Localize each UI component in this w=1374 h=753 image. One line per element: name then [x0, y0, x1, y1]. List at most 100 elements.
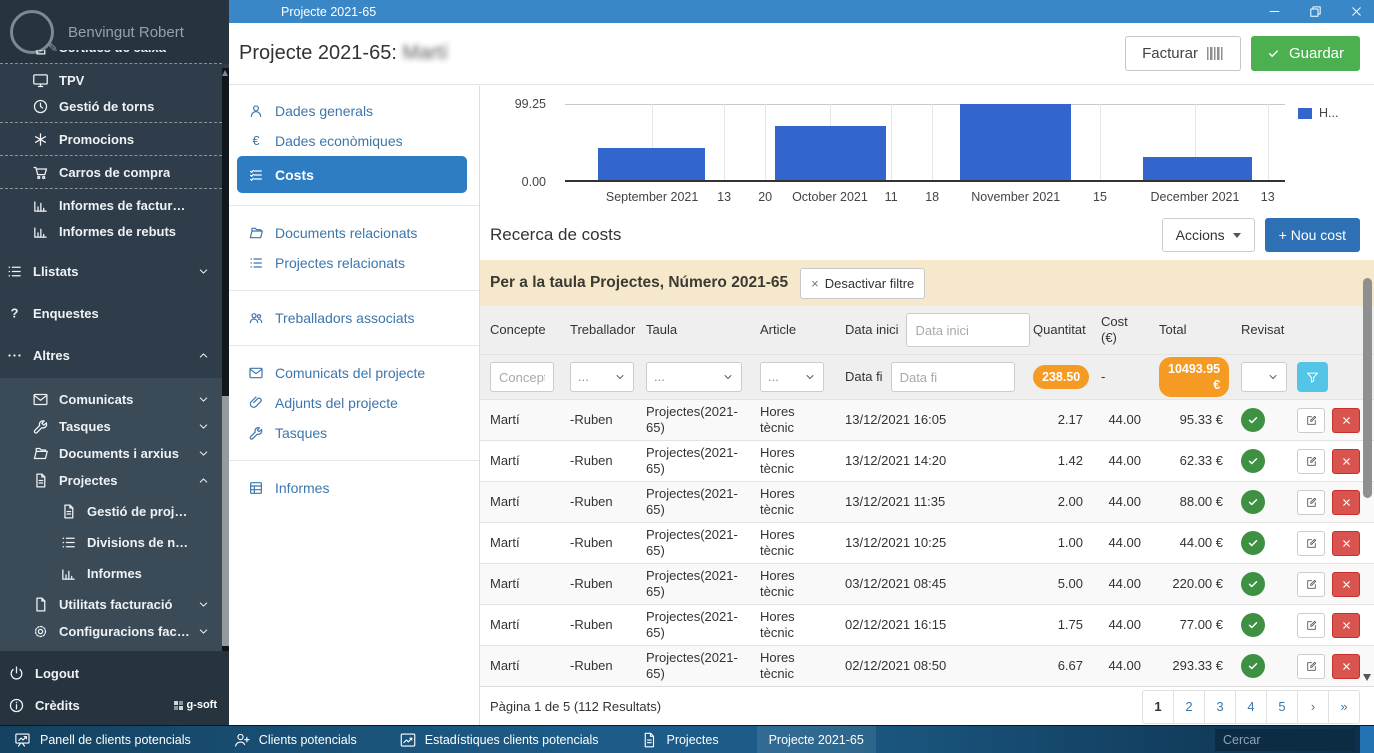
- sidebar-scrollbar[interactable]: [222, 68, 229, 651]
- chart-bar[interactable]: [598, 148, 705, 180]
- taskbar-item-panell-de-clients-potencials[interactable]: Panell de clients potencials: [10, 726, 195, 753]
- accions-button[interactable]: Accions: [1162, 218, 1255, 252]
- subnav-item-tasques[interactable]: Tasques: [237, 418, 467, 448]
- sidebar-item-enquestes[interactable]: Enquestes: [0, 298, 222, 328]
- guardar-button[interactable]: Guardar: [1251, 36, 1360, 71]
- revisat-check-icon[interactable]: [1241, 490, 1265, 514]
- desactivar-filtre-button[interactable]: ×Desactivar filtre: [800, 268, 925, 299]
- taskbar-item-clients-potencials[interactable]: Clients potencials: [229, 726, 361, 753]
- search-input[interactable]: [1215, 729, 1355, 751]
- revisat-check-icon[interactable]: [1241, 408, 1265, 432]
- revisat-check-icon[interactable]: [1241, 572, 1265, 596]
- check-icon: [1247, 619, 1259, 631]
- scroll-down-arrow-icon[interactable]: [1363, 674, 1371, 681]
- revisat-check-icon[interactable]: [1241, 449, 1265, 473]
- restore-icon[interactable]: [1308, 4, 1323, 19]
- page-2-button[interactable]: 2: [1173, 690, 1205, 724]
- edit-row-button[interactable]: [1297, 531, 1325, 556]
- chevron-up-icon: [197, 349, 210, 362]
- delete-row-button[interactable]: [1332, 654, 1360, 679]
- chart-bar[interactable]: [775, 126, 886, 180]
- gridline: [891, 104, 892, 180]
- sidebar-item-informes-de-facturacio[interactable]: Informes de facturació: [0, 188, 222, 218]
- cell-quantitat: 1.42: [1023, 451, 1091, 471]
- sidebar-item-gestio-de-torns[interactable]: Gestió de torns: [0, 93, 222, 119]
- sidebar-item-tasques[interactable]: Tasques: [0, 413, 222, 440]
- chart-bar[interactable]: [960, 104, 1071, 180]
- chart-bar[interactable]: [1143, 157, 1252, 180]
- edit-row-button[interactable]: [1297, 613, 1325, 638]
- subnav-item-costs[interactable]: Costs: [237, 156, 467, 193]
- taskbar-item-estadistiques-clients-potencials[interactable]: Estadístiques clients potencials: [395, 726, 603, 753]
- apply-filter-button[interactable]: [1297, 362, 1328, 392]
- edit-row-button[interactable]: [1297, 654, 1325, 679]
- data-inici-filter-input[interactable]: [906, 313, 1030, 347]
- sidebar-item-utilitats-facturacio[interactable]: Utilitats facturació: [0, 591, 222, 618]
- edit-row-button[interactable]: [1297, 490, 1325, 515]
- page-3-button[interactable]: 3: [1204, 690, 1236, 724]
- edit-row-button[interactable]: [1297, 572, 1325, 597]
- sidebar-item-projectes[interactable]: Projectes: [0, 467, 222, 494]
- sidebar-item-altres[interactable]: Altres: [0, 340, 222, 370]
- page-1-button[interactable]: 1: [1142, 690, 1174, 724]
- revisat-check-icon[interactable]: [1241, 613, 1265, 637]
- sidebar-item-carros-de-compra[interactable]: Carros de compra: [0, 155, 222, 185]
- edit-row-button[interactable]: [1297, 408, 1325, 433]
- sidebar-item-gestio-de-projectes[interactable]: Gestió de projectes: [0, 498, 222, 525]
- delete-row-button[interactable]: [1332, 613, 1360, 638]
- next-page-button[interactable]: ›: [1297, 690, 1329, 724]
- page-4-button[interactable]: 4: [1235, 690, 1267, 724]
- subnav-item-comunicats-del-projecte[interactable]: Comunicats del projecte: [237, 358, 467, 388]
- taula-filter-select[interactable]: ...: [646, 362, 742, 392]
- edit-row-button[interactable]: [1297, 449, 1325, 474]
- concepte-filter-input[interactable]: [490, 362, 554, 392]
- subnav-item-documents-relacionats[interactable]: Documents relacionats: [237, 218, 467, 248]
- taskbar-right-strip[interactable]: [1360, 726, 1374, 753]
- sidebar-item-tpv[interactable]: TPV: [0, 63, 222, 93]
- sidebar-item-comunicats[interactable]: Comunicats: [0, 386, 222, 413]
- personplus-icon: [233, 731, 251, 749]
- page-5-button[interactable]: 5: [1266, 690, 1298, 724]
- revisat-check-icon[interactable]: [1241, 531, 1265, 555]
- revisat-filter-select[interactable]: [1241, 362, 1287, 392]
- last-page-button[interactable]: »: [1328, 690, 1360, 724]
- x-axis-tick: 13: [1261, 190, 1275, 204]
- nou-cost-button[interactable]: + Nou cost: [1265, 218, 1360, 252]
- content-scrollbar-thumb[interactable]: [1363, 278, 1372, 498]
- delete-row-button[interactable]: [1332, 572, 1360, 597]
- avatar[interactable]: ✎: [10, 10, 54, 54]
- subnav-item-dades-generals[interactable]: Dades generals: [237, 96, 467, 126]
- sidebar-item-llistats[interactable]: Llistats: [0, 256, 222, 286]
- delete-row-button[interactable]: [1332, 531, 1360, 556]
- gridline: [932, 104, 933, 180]
- subnav-item-treballadors-associats[interactable]: Treballadors associats: [237, 303, 467, 333]
- sidebar-item-promocions[interactable]: Promocions: [0, 122, 222, 152]
- subnav-item-informes[interactable]: Informes: [237, 473, 467, 503]
- taskbar-item-projectes[interactable]: Projectes: [636, 726, 722, 753]
- article-filter-select[interactable]: ...: [760, 362, 824, 392]
- sidebar-item-informes-de-rebuts[interactable]: Informes de rebuts: [0, 218, 222, 244]
- delete-row-button[interactable]: [1332, 449, 1360, 474]
- subnav-item-dades-economiques[interactable]: Dades econòmiques: [237, 126, 467, 156]
- sidebar-item-logout[interactable]: Logout: [0, 657, 229, 689]
- revisat-check-icon[interactable]: [1241, 654, 1265, 678]
- sidebar-item-divisions-de-negoci[interactable]: Divisions de negoci: [0, 529, 222, 556]
- taskbar-item-projecte-2021-65[interactable]: Projecte 2021-65: [757, 726, 876, 753]
- close-icon[interactable]: [1349, 4, 1364, 19]
- data-fi-filter-input[interactable]: [891, 362, 1015, 392]
- scroll-up-arrow-icon[interactable]: [222, 70, 228, 76]
- sidebar-scrollbar-thumb[interactable]: [222, 396, 229, 646]
- sidebar-item-configuracions-facturacio[interactable]: Configuracions facturació: [0, 618, 222, 645]
- facturar-button[interactable]: Facturar: [1125, 36, 1241, 71]
- sidebar-item-sortides-de-caixa[interactable]: Sortides de caixa: [0, 50, 222, 60]
- delete-row-button[interactable]: [1332, 408, 1360, 433]
- minimize-icon[interactable]: [1267, 4, 1282, 19]
- list-icon: [6, 263, 23, 280]
- sidebar-item-credits[interactable]: Crèdits g-soft: [0, 689, 229, 721]
- sidebar-item-documents-i-arxius[interactable]: Documents i arxius: [0, 440, 222, 467]
- sidebar-item-informes[interactable]: Informes: [0, 560, 222, 587]
- treballador-filter-select[interactable]: ...: [570, 362, 634, 392]
- delete-row-button[interactable]: [1332, 490, 1360, 515]
- subnav-item-adjunts-del-projecte[interactable]: Adjunts del projecte: [237, 388, 467, 418]
- subnav-item-projectes-relacionats[interactable]: Projectes relacionats: [237, 248, 467, 278]
